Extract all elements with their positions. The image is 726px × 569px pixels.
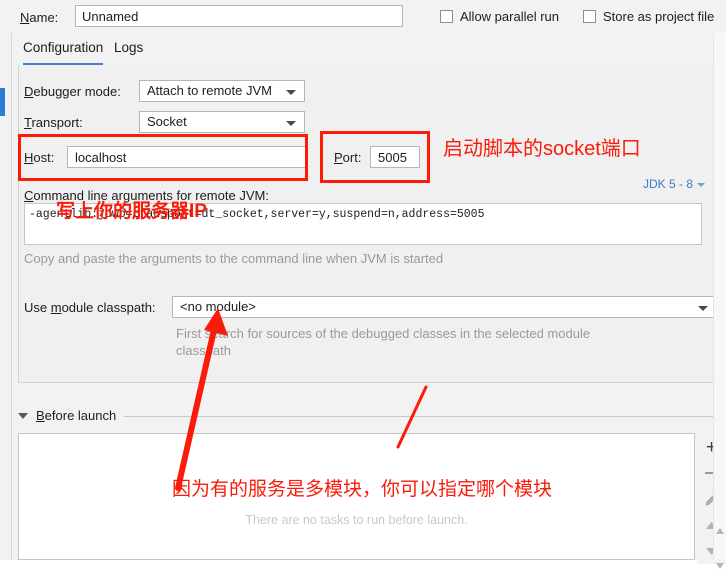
debugger-mode-value: Attach to remote JVM [147,83,272,98]
name-row: Name: Allow parallel run Store as projec… [0,0,726,33]
configuration-name-input[interactable] [75,5,403,27]
debugger-mode-dropdown[interactable]: Attach to remote JVM [139,80,305,102]
chevron-down-icon [286,90,296,95]
tab-logs[interactable]: Logs [114,40,143,61]
module-classpath-value: <no module> [180,299,256,314]
scroll-up-arrow-icon[interactable] [716,528,724,534]
clipped-bottom-text [575,552,578,563]
store-as-project-file-label: Store as project file [603,9,715,24]
transport-label: Transport: [24,115,83,130]
jdk-version-label: JDK 5 - 8 [643,177,694,191]
checkbox-icon[interactable] [440,10,453,23]
annotation-socket-port-note: 启动脚本的socket端口 [443,138,641,160]
tab-configuration[interactable]: Configuration [23,40,103,61]
module-classpath-hint: First search for sources of the debugged… [176,326,591,358]
debugger-mode-label: Debugger mode: [24,84,121,99]
name-label: Name: [20,10,59,25]
checkbox-icon[interactable] [583,10,596,23]
header-divider [124,415,718,417]
store-as-project-file-checkbox[interactable]: Store as project file [583,9,714,24]
jdk-version-badge[interactable]: JDK 5 - 8 [643,177,706,191]
command-line-hint: Copy and paste the arguments to the comm… [24,251,444,266]
annotation-module-note: 因为有的服务是多模块，你可以指定哪个模块 [172,479,553,500]
port-label: Port: [334,150,362,165]
host-input[interactable] [67,146,307,168]
chevron-down-icon [286,121,296,126]
host-label: Host: [24,150,55,165]
collapse-triangle-icon[interactable] [18,413,28,419]
vertical-scrollbar[interactable] [713,33,726,569]
left-edge-marker [0,88,5,116]
annotation-server-ip-note: 写上你的服务器IP [56,201,207,222]
scroll-down-arrow-icon[interactable] [716,563,724,569]
chevron-down-icon [698,306,708,311]
before-launch-empty-text: There are no tasks to run before launch. [245,513,468,527]
before-launch-header[interactable]: Before launch [18,406,718,424]
module-classpath-dropdown[interactable]: <no module> [172,296,717,318]
transport-dropdown[interactable]: Socket [139,111,305,133]
port-input[interactable] [370,146,420,168]
before-launch-title: Before launch [36,407,117,423]
transport-value: Socket [147,114,187,129]
chevron-down-icon [697,183,706,187]
allow-parallel-run-label: Allow parallel run [460,9,559,24]
allow-parallel-run-checkbox[interactable]: Allow parallel run [440,9,559,24]
run-debug-configuration-dialog: Name: Allow parallel run Store as projec… [0,0,726,569]
module-classpath-label: Use module classpath: [24,300,156,315]
